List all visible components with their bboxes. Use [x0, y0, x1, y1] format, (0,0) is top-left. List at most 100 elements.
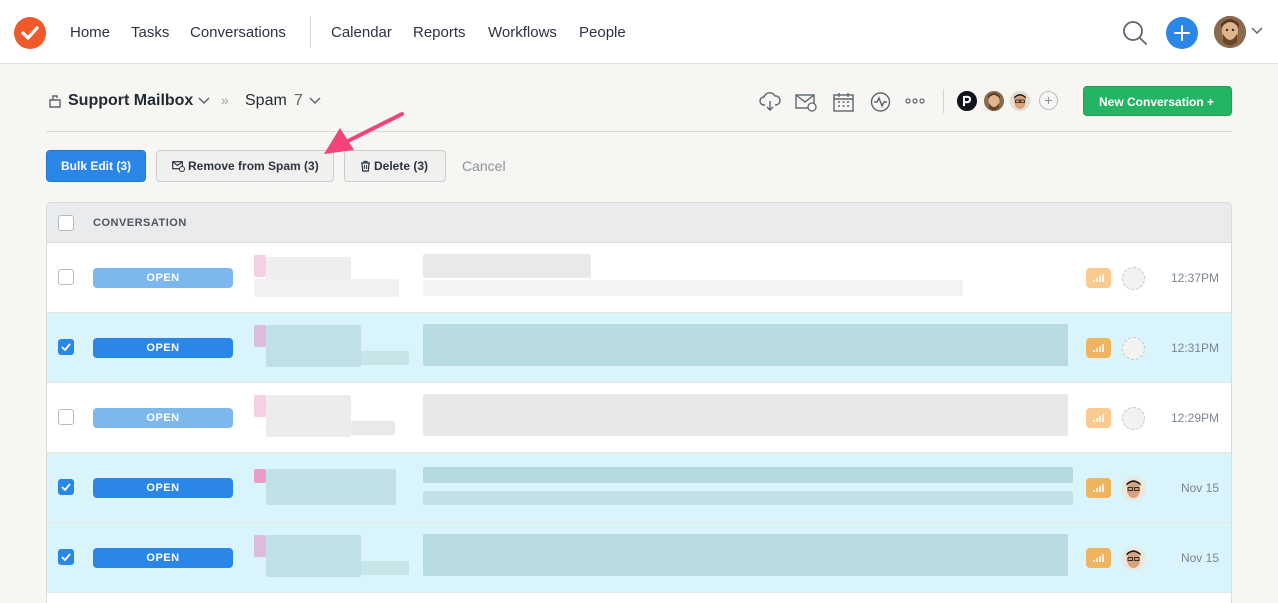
timestamp: 12:31PM	[1170, 341, 1219, 355]
agent-avatar[interactable]	[1122, 547, 1145, 570]
table-row[interactable]: OPEN Nov 15	[47, 453, 1231, 523]
remove-from-spam-button[interactable]: Remove from Spam (3)	[156, 150, 334, 182]
unassigned-avatar[interactable]	[1122, 337, 1145, 360]
row-checkbox[interactable]	[58, 549, 74, 565]
priority-indicator[interactable]	[1086, 338, 1111, 358]
table-row[interactable]: OPEN Nov 15	[47, 523, 1231, 593]
redacted-content	[423, 534, 1068, 576]
team-avatar[interactable]	[1008, 89, 1032, 113]
priority-indicator[interactable]	[1086, 268, 1111, 288]
signal-bars-icon	[1093, 344, 1104, 352]
email-alert-icon[interactable]	[795, 92, 817, 112]
row-checkbox[interactable]	[58, 339, 74, 355]
redacted-content	[351, 421, 395, 435]
checkmark-icon	[21, 26, 39, 40]
quick-add-button[interactable]	[1166, 17, 1198, 49]
team-avatar[interactable]	[982, 89, 1006, 113]
signal-bars-icon	[1093, 414, 1104, 422]
mailbox-name[interactable]: Support Mailbox	[68, 92, 193, 110]
chevron-down-icon[interactable]	[198, 97, 210, 105]
add-team-member-button[interactable]: +	[1039, 91, 1058, 110]
redacted-content	[423, 394, 1068, 436]
table-row[interactable]: OPEN 12:37PM	[47, 243, 1231, 313]
priority-indicator[interactable]	[1086, 478, 1111, 498]
more-icon[interactable]	[905, 98, 925, 104]
user-avatar[interactable]	[1214, 16, 1246, 48]
select-all-checkbox[interactable]	[58, 215, 74, 231]
redacted-content	[254, 279, 399, 297]
redacted-content	[266, 469, 396, 505]
row-checkbox[interactable]	[58, 269, 74, 285]
signal-bars-icon	[1093, 274, 1104, 282]
activity-icon[interactable]	[870, 92, 891, 112]
delete-label: Delete (3)	[374, 159, 429, 173]
plus-icon	[1174, 25, 1190, 41]
status-badge: OPEN	[93, 268, 233, 288]
chevron-down-icon[interactable]	[1251, 27, 1263, 35]
folder-name[interactable]: Spam	[245, 92, 287, 110]
cloud-download-icon[interactable]	[759, 92, 781, 112]
nav-home[interactable]: Home	[70, 24, 110, 41]
table-row[interactable]: OPEN 12:31PM	[47, 313, 1231, 383]
nav-reports[interactable]: Reports	[413, 24, 466, 41]
chevron-down-icon[interactable]	[309, 97, 321, 105]
mailbox-icon	[49, 95, 61, 108]
nav-divider	[310, 16, 311, 48]
folder-count: 7	[294, 92, 303, 109]
bulk-edit-button[interactable]: Bulk Edit (3)	[46, 150, 146, 182]
row-checkbox[interactable]	[58, 409, 74, 425]
trash-icon	[361, 160, 370, 172]
new-conversation-button[interactable]: New Conversation +	[1083, 86, 1232, 116]
signal-bars-icon	[1093, 484, 1104, 492]
nav-tasks[interactable]: Tasks	[131, 24, 169, 41]
nav-workflows[interactable]: Workflows	[488, 24, 557, 41]
status-badge: OPEN	[93, 338, 233, 358]
nav-people[interactable]: People	[579, 24, 626, 41]
timestamp: 12:29PM	[1170, 411, 1219, 425]
unassigned-avatar[interactable]	[1122, 407, 1145, 430]
agent-avatar[interactable]	[1122, 477, 1145, 500]
table-row[interactable]: OPEN 12:29PM	[47, 383, 1231, 453]
checkmark-icon	[61, 343, 71, 351]
redacted-content	[254, 325, 266, 347]
redacted-content	[361, 351, 409, 365]
priority-indicator[interactable]	[1086, 408, 1111, 428]
timestamp: 12:37PM	[1170, 271, 1219, 285]
redacted-content	[254, 469, 266, 483]
header-divider	[943, 89, 944, 113]
signal-bars-icon	[1093, 554, 1104, 562]
redacted-content	[254, 535, 266, 557]
status-badge: OPEN	[93, 408, 233, 428]
team-avatar[interactable]	[955, 89, 979, 113]
top-nav: Home Tasks Conversations Calendar Report…	[0, 0, 1278, 64]
redacted-content	[423, 491, 1073, 505]
remove-from-spam-label: Remove from Spam (3)	[188, 159, 319, 173]
redacted-content	[423, 254, 591, 278]
unassigned-avatar[interactable]	[1122, 267, 1145, 290]
nav-conversations[interactable]: Conversations	[190, 24, 286, 41]
search-icon[interactable]	[1122, 20, 1148, 46]
calendar-icon[interactable]	[833, 92, 854, 112]
redacted-content	[266, 535, 361, 577]
cancel-link[interactable]: Cancel	[462, 158, 506, 174]
redacted-content	[266, 325, 361, 367]
status-badge: OPEN	[93, 478, 233, 498]
redacted-content	[423, 467, 1073, 483]
priority-indicator[interactable]	[1086, 548, 1111, 568]
redacted-content	[266, 257, 351, 281]
app-logo[interactable]	[14, 17, 46, 49]
redacted-content	[361, 561, 409, 575]
redacted-content	[423, 280, 963, 296]
redacted-content	[254, 255, 266, 277]
annotation-arrow	[324, 112, 404, 154]
table-header: CONVERSATION	[47, 203, 1231, 243]
remove-spam-icon	[172, 161, 185, 172]
redacted-content	[266, 395, 351, 437]
row-checkbox[interactable]	[58, 479, 74, 495]
checkmark-icon	[61, 483, 71, 491]
checkmark-icon	[61, 553, 71, 561]
conversation-table: CONVERSATION OPEN 12:37PM OPEN 12:31PM O…	[46, 202, 1232, 603]
redacted-content	[254, 395, 266, 417]
nav-calendar[interactable]: Calendar	[331, 24, 392, 41]
column-header-conversation: CONVERSATION	[93, 217, 187, 229]
